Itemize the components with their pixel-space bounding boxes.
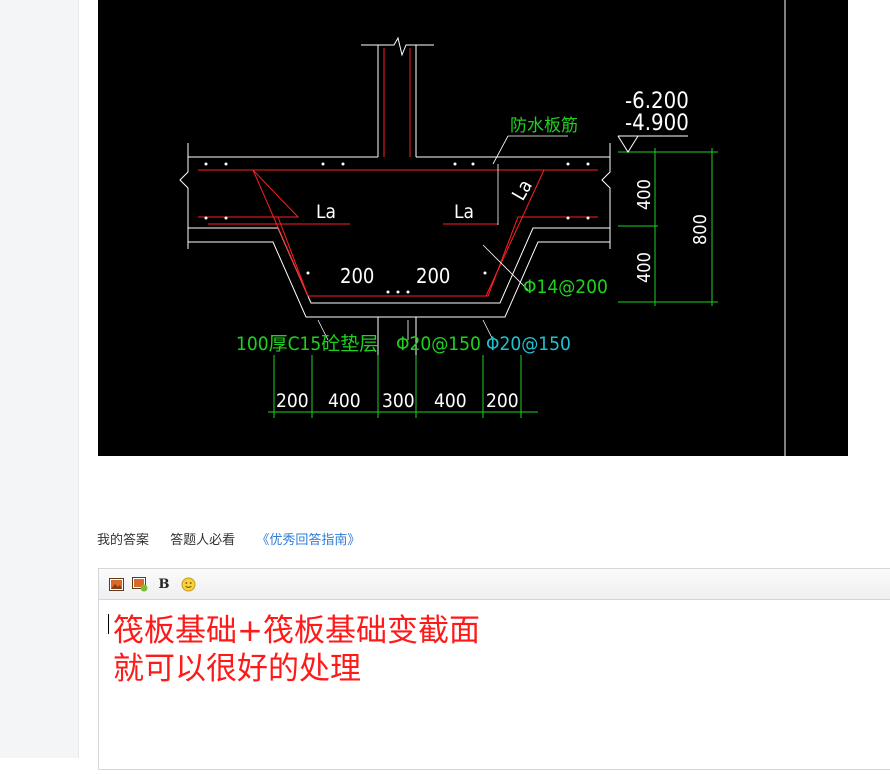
emoji-icon[interactable] <box>180 576 196 592</box>
answer-text-line-1: 筏板基础+筏板基础变截面 <box>113 613 480 649</box>
waterproof-note: 防水板筋 <box>510 116 578 136</box>
elevation-label-2: -4.900 <box>625 111 689 136</box>
rebar-phi20-label-a: Φ20@150 <box>396 333 481 355</box>
rebar-phi20-label-b: Φ20@150 <box>486 333 571 355</box>
bottom-dim-3: 300 <box>382 390 415 412</box>
editor-content[interactable]: 筏板基础+筏板基础变截面 就可以很好的处理 <box>99 600 890 774</box>
cad-drawing-image: -6.200 -4.900 防水板筋 La La La 200 200 Φ14@… <box>98 0 848 456</box>
text-caret <box>108 614 109 634</box>
bold-icon[interactable]: B <box>156 576 172 592</box>
editor-toolbar: B <box>99 569 890 600</box>
rebar-phi14-label: Φ14@200 <box>523 276 608 298</box>
insert-image-icon[interactable] <box>132 576 148 592</box>
dim-200-left: 200 <box>340 264 374 288</box>
bottom-dim-1: 200 <box>276 390 309 412</box>
bottom-dim-5: 200 <box>486 390 519 412</box>
vertical-dim-800: 800 <box>690 214 711 245</box>
answer-text-line-2: 就可以很好的处理 <box>113 651 361 687</box>
image-icon[interactable] <box>108 576 124 592</box>
answer-editor[interactable]: B 筏板基础+筏板基础变截面 就可以很好的处理 <box>98 568 890 770</box>
la-label-left: La <box>316 201 336 223</box>
la-label-center: La <box>454 201 474 223</box>
cushion-label: 100厚C15砼垫层 <box>236 333 378 355</box>
my-answer-label: 我的答案 <box>97 533 150 548</box>
vertical-dim-400-bottom: 400 <box>634 252 655 283</box>
bottom-dim-2: 400 <box>328 390 361 412</box>
bottom-dim-4: 400 <box>434 390 467 412</box>
left-gutter <box>0 0 79 758</box>
dim-200-right: 200 <box>416 264 450 288</box>
vertical-dim-400-top: 400 <box>634 179 655 210</box>
answer-bar: 我的答案 答题人必看 《优秀回答指南》 <box>97 529 360 548</box>
must-read-label: 答题人必看 <box>170 533 236 548</box>
answer-guide-link[interactable]: 《优秀回答指南》 <box>256 533 360 548</box>
